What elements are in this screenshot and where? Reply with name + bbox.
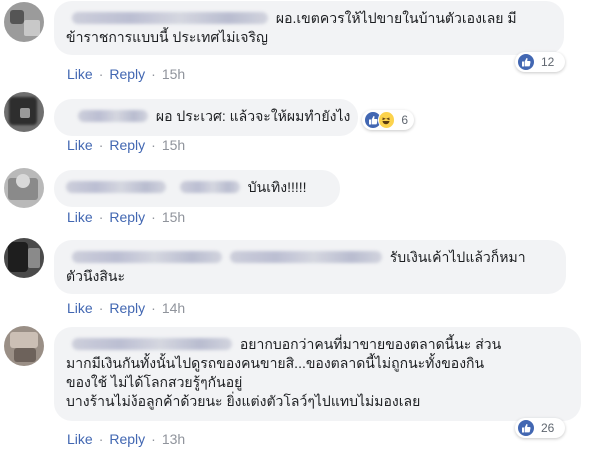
- comment-bubble: อยากบอกว่าคนที่มาขายของตลาดนี้นะ ส่วน มา…: [54, 327, 581, 421]
- like-link[interactable]: Like: [67, 431, 93, 447]
- comment-actions: Like · Reply · 13h: [67, 431, 185, 447]
- comment-text: มากมีเงินกันทั้งนั้นไปดูรถของคนขายสิ...ข…: [66, 355, 485, 371]
- comment-actions: Like · Reply · 15h: [67, 66, 185, 82]
- reply-link[interactable]: Reply: [109, 431, 145, 447]
- commenter-name-blurred[interactable]: [72, 12, 268, 24]
- reaction-count: 12: [541, 55, 555, 69]
- like-link[interactable]: Like: [67, 300, 93, 316]
- reaction-summary[interactable]: 26: [515, 418, 565, 438]
- reply-link[interactable]: Reply: [109, 137, 145, 153]
- comment-text: ผอ ประเวศ: แล้วจะให้ผมทำยังไง: [155, 108, 351, 124]
- comment-text: อยากบอกว่าคนที่มาขายของตลาดนี้นะ ส่วน: [239, 336, 502, 352]
- commenter-name-blurred[interactable]: [72, 251, 222, 263]
- comment-timestamp[interactable]: 14h: [162, 300, 185, 316]
- comment-text: บันเทิง!!!!!: [247, 179, 307, 195]
- comment-bubble: บันเทิง!!!!!: [54, 170, 340, 207]
- like-link[interactable]: Like: [67, 66, 93, 82]
- avatar[interactable]: [4, 238, 44, 278]
- separator-dot: ·: [98, 209, 104, 225]
- comment-actions: Like · Reply · 15h: [67, 209, 185, 225]
- like-icon: [517, 53, 535, 71]
- comment-text: รับเงินเค้าไปแล้วก็หมา: [389, 249, 526, 265]
- comment-text: ตัวนึงสินะ: [66, 268, 125, 284]
- separator-dot: ·: [98, 66, 104, 82]
- comment-timestamp[interactable]: 15h: [162, 66, 185, 82]
- commenter-name-blurred[interactable]: [72, 338, 232, 350]
- commenter-name-blurred[interactable]: [179, 181, 240, 193]
- like-link[interactable]: Like: [67, 137, 93, 153]
- separator-dot: ·: [151, 137, 156, 153]
- haha-icon: [377, 111, 396, 129]
- avatar[interactable]: [4, 168, 44, 208]
- separator-dot: ·: [151, 66, 156, 82]
- comment-text: ของใช้ ไม่ได้โลกสวยรู้ๆกันอยู่: [66, 374, 243, 390]
- comment-bubble: ผอ ประเวศ: แล้วจะให้ผมทำยังไง: [54, 99, 358, 136]
- comment-text: ข้าราชการแบบนี้ ประเทศไม่เจริญ: [66, 29, 268, 45]
- separator-dot: ·: [98, 431, 104, 447]
- avatar[interactable]: [4, 326, 44, 366]
- reply-link[interactable]: Reply: [109, 66, 145, 82]
- avatar[interactable]: [4, 2, 44, 42]
- reaction-count: 26: [541, 421, 555, 435]
- reaction-summary[interactable]: 6: [362, 110, 414, 130]
- comment-bubble: รับเงินเค้าไปแล้วก็หมา ตัวนึงสินะ: [54, 240, 566, 294]
- like-link[interactable]: Like: [67, 209, 93, 225]
- commenter-name-blurred[interactable]: [66, 181, 166, 193]
- comment-text: ผอ.เขตควรให้ไปขายในบ้านตัวเองเลย มี: [275, 10, 517, 26]
- separator-dot: ·: [151, 300, 156, 316]
- comment-bubble: ผอ.เขตควรให้ไปขายในบ้านตัวเองเลย มี ข้าร…: [54, 1, 564, 55]
- comment-timestamp[interactable]: 15h: [162, 209, 185, 225]
- comment-actions: Like · Reply · 14h: [67, 300, 185, 316]
- reaction-summary[interactable]: 12: [515, 52, 565, 72]
- comment-timestamp[interactable]: 13h: [162, 431, 185, 447]
- separator-dot: ·: [98, 137, 104, 153]
- reaction-count: 6: [401, 113, 408, 127]
- commenter-name-blurred[interactable]: [78, 110, 148, 122]
- like-icon: [517, 419, 535, 437]
- comment-actions: Like · Reply · 15h: [67, 137, 185, 153]
- separator-dot: ·: [151, 209, 156, 225]
- separator-dot: ·: [151, 431, 156, 447]
- separator-dot: ·: [98, 300, 104, 316]
- reply-link[interactable]: Reply: [109, 209, 145, 225]
- comment-timestamp[interactable]: 15h: [162, 137, 185, 153]
- comment-text: บางร้านไม่ง้อลูกค้าด้วยนะ ยิ่งแต่งตัวโลว…: [66, 393, 421, 409]
- reply-link[interactable]: Reply: [109, 300, 145, 316]
- avatar[interactable]: [4, 92, 44, 132]
- commenter-name-blurred[interactable]: [229, 251, 382, 263]
